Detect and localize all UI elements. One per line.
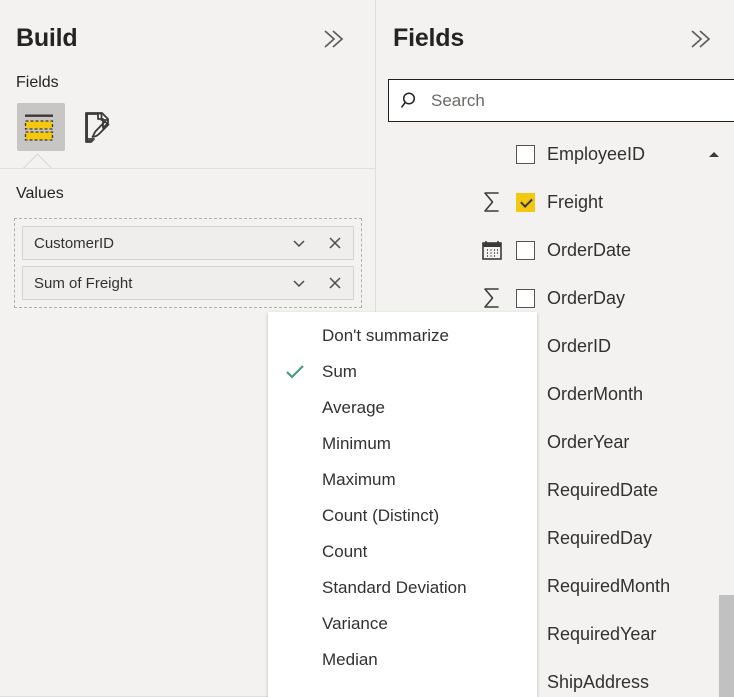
values-well[interactable]: CustomerID Sum of Freight <box>14 218 362 308</box>
aggregation-dropdown-menu: Don't summarize Sum Average Minimum Maxi <box>268 312 537 697</box>
menu-item-median[interactable]: Median <box>268 642 537 678</box>
menu-item-label: Count <box>322 542 368 561</box>
build-fields-table-icon <box>24 114 54 141</box>
fields-panel-header: Fields <box>377 0 734 72</box>
values-well-label: Values <box>16 185 64 202</box>
field-checkbox[interactable] <box>516 240 535 260</box>
search-input[interactable] <box>431 90 711 111</box>
checkmark-icon <box>268 436 322 452</box>
menu-item-label: Standard Deviation <box>322 578 467 597</box>
field-pill-label: CustomerID <box>34 234 115 252</box>
tab-fields[interactable] <box>10 100 68 154</box>
chevron-down-icon[interactable] <box>281 227 317 259</box>
double-chevron-right-icon[interactable] <box>319 26 349 52</box>
field-label: ShipAddress <box>547 671 650 692</box>
menu-item-label: Sum <box>322 362 357 381</box>
chevron-down-icon[interactable] <box>281 267 317 299</box>
checkmark-icon <box>268 580 322 596</box>
format-paintbrush-page-icon <box>85 112 110 143</box>
field-checkbox[interactable] <box>516 288 535 308</box>
menu-item-label: Variance <box>322 614 388 633</box>
field-pill-customerid[interactable]: CustomerID <box>22 226 354 260</box>
menu-item-variance[interactable]: Variance <box>268 606 537 642</box>
menu-item-label: Median <box>322 650 378 669</box>
page-title: Build <box>16 24 78 52</box>
tab-format[interactable] <box>68 100 126 154</box>
build-panel-divider <box>0 168 376 169</box>
menu-item-count[interactable]: Count <box>268 534 537 570</box>
checkmark-icon <box>268 328 322 344</box>
field-label: RequiredDate <box>547 479 659 500</box>
menu-item-count-distinct[interactable]: Count (Distinct) <box>268 498 537 534</box>
menu-item-label: Minimum <box>322 434 391 453</box>
field-pill-label: Sum of Freight <box>34 274 133 292</box>
search-box[interactable] <box>388 79 734 122</box>
menu-item-label: Don't summarize <box>322 326 450 345</box>
list-item[interactable]: EmployeeID <box>377 130 734 178</box>
menu-item-average[interactable]: Average <box>268 390 537 426</box>
menu-item-maximum[interactable]: Maximum <box>268 462 537 498</box>
menu-item-label: Count (Distinct) <box>322 506 440 525</box>
close-x-icon[interactable] <box>317 267 353 299</box>
double-chevron-right-icon[interactable] <box>686 26 716 52</box>
checkmark-icon <box>268 472 322 488</box>
tab-selected-pointer <box>13 153 63 169</box>
checkmark-icon <box>268 364 322 380</box>
visualizations-build-pane: Build Fields Values CustomerID Sum of Fr… <box>0 0 734 697</box>
menu-item-minimum[interactable]: Minimum <box>268 426 537 462</box>
close-x-icon[interactable] <box>317 227 353 259</box>
field-label: OrderYear <box>547 431 630 452</box>
checkmark-icon <box>268 544 322 560</box>
build-pane-tabs <box>10 100 126 154</box>
field-label: RequiredMonth <box>547 575 671 596</box>
build-panel-header: Build <box>0 0 375 72</box>
checkmark-icon <box>268 616 322 632</box>
field-checkbox[interactable] <box>516 144 535 164</box>
checkmark-icon <box>268 652 322 668</box>
field-pill-sum-of-freight[interactable]: Sum of Freight <box>22 266 354 300</box>
menu-item-sum[interactable]: Sum <box>268 354 537 390</box>
checkmark-icon <box>268 400 322 416</box>
menu-item-dont-summarize[interactable]: Don't summarize <box>268 318 537 354</box>
sigma-sum-icon <box>475 286 509 310</box>
scrollbar-thumb[interactable] <box>719 595 734 697</box>
field-label: Freight <box>547 191 604 212</box>
checkmark-icon <box>268 508 322 524</box>
field-checkbox[interactable] <box>516 192 535 212</box>
fields-panel-title: Fields <box>393 24 465 52</box>
build-fields-section-label: Fields <box>16 74 59 91</box>
calendar-date-icon <box>475 238 509 262</box>
field-label: RequiredDay <box>547 527 653 548</box>
field-label: OrderID <box>547 335 612 356</box>
field-label: OrderDay <box>547 287 626 308</box>
field-label: OrderMonth <box>547 383 644 404</box>
field-label: EmployeeID <box>547 143 646 164</box>
menu-item-label: Maximum <box>322 470 396 489</box>
fields-vertical-scrollbar[interactable] <box>719 130 734 697</box>
menu-item-label: Average <box>322 398 386 417</box>
field-label: RequiredYear <box>547 623 657 644</box>
menu-item-standard-deviation[interactable]: Standard Deviation <box>268 570 537 606</box>
sigma-sum-icon <box>475 190 509 214</box>
search-magnifier-icon <box>389 90 431 112</box>
field-label: OrderDate <box>547 239 632 260</box>
list-item[interactable]: Freight <box>377 178 734 226</box>
list-item[interactable]: OrderDate <box>377 226 734 274</box>
